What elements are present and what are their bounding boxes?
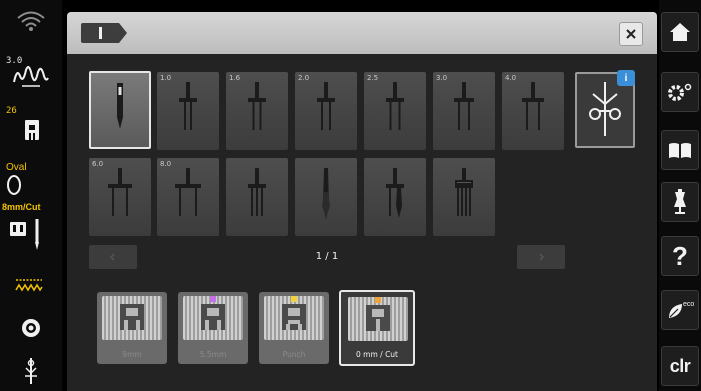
presser-foot-icon [366, 297, 390, 331]
needle-tool-button[interactable]: i [575, 70, 635, 148]
presser-foot-image [102, 296, 162, 340]
needle-option-twin-1-6[interactable]: 1.6 [226, 72, 288, 150]
presser-foot-image [348, 297, 408, 341]
gear-icon [668, 83, 692, 101]
double-wing-needle-icon [386, 168, 404, 218]
single-needle-icon [117, 83, 123, 129]
wing-needle-icon [322, 168, 330, 220]
chevron-right-icon [539, 253, 545, 261]
wifi-icon [0, 6, 62, 34]
dialog-title-bar [67, 12, 657, 54]
stitch-pattern-icon[interactable] [0, 276, 62, 296]
twin-needle-icon [317, 82, 335, 130]
needle-option-twin-1-0[interactable]: 1.0 [157, 72, 219, 150]
needle-option-quad[interactable] [433, 158, 495, 236]
book-icon [669, 143, 691, 158]
info-badge[interactable]: i [617, 70, 635, 86]
needle-option-twin-6-0[interactable]: 6.0 [89, 158, 151, 236]
function-sidebar: ? eco clr [659, 0, 701, 391]
home-icon [670, 23, 690, 41]
tutorial-button[interactable] [661, 130, 699, 170]
presser-foot-option-0mm-cut[interactable]: 0 mm / Cut [339, 290, 415, 366]
needle-threader-icon[interactable] [0, 356, 62, 388]
twin-needle-icon [386, 82, 404, 130]
triple-needle-icon [248, 168, 266, 216]
presser-foot-image [264, 296, 324, 340]
needle-option-twin-2-5[interactable]: 2.5 [364, 72, 426, 150]
twin-needle-icon [454, 82, 474, 130]
chevron-left-icon [109, 253, 115, 261]
dress-form-icon [674, 189, 686, 214]
presser-foot-option-punch[interactable]: Punch [259, 292, 329, 364]
help-icon: ? [672, 240, 688, 271]
stitch-width-icon[interactable] [0, 62, 62, 90]
needle-option-double-wing[interactable] [364, 158, 426, 236]
home-button[interactable] [661, 12, 699, 52]
bobbin-icon[interactable] [0, 314, 62, 342]
needle-option-twin-4-0[interactable]: 4.0 [502, 72, 564, 150]
setup-button[interactable] [661, 72, 699, 112]
hoop-icon[interactable] [0, 174, 62, 196]
next-page-button[interactable] [517, 245, 565, 269]
clear-button[interactable]: clr [661, 346, 699, 386]
needle-option-twin-8-0[interactable]: 8.0 [157, 158, 219, 236]
page-indicator: 1 / 1 [315, 251, 339, 262]
needle-option-twin-3-0[interactable]: 3.0 [433, 72, 495, 150]
presser-foot-icon [120, 304, 144, 330]
twin-needle-icon [248, 82, 266, 130]
twin-needle-icon [522, 82, 544, 130]
presser-foot-label: 8mm/Cut [2, 202, 41, 212]
close-icon [626, 29, 636, 39]
presser-foot-icon [201, 296, 225, 330]
needle-selection-dialog: 1.0 1.6 2.0 2.5 3.0 4.0 i 6.0 8.0 1 / 1 … [67, 12, 657, 391]
hoop-label: Oval [6, 162, 27, 173]
close-button[interactable] [619, 22, 643, 46]
help-button[interactable]: ? [661, 236, 699, 276]
twin-needle-icon [108, 168, 132, 216]
svg-text:eco: eco [683, 301, 694, 308]
presser-foot-icon [282, 296, 306, 330]
previous-page-button[interactable] [89, 245, 137, 269]
needle-option-triple[interactable] [226, 158, 288, 236]
presser-foot-image [183, 296, 243, 340]
stitch-length-value: 26 [6, 106, 17, 116]
needle-option-wing[interactable] [295, 158, 357, 236]
status-sidebar: 3.0 26 Oval 8mm/Cut [0, 0, 62, 391]
needle-tab-icon[interactable] [79, 22, 129, 44]
eco-leaf-icon: eco [669, 301, 694, 318]
presser-foot-icon[interactable] [0, 116, 62, 144]
sewing-consultant-button[interactable] [661, 182, 699, 222]
clear-label: clr [669, 355, 691, 376]
quad-needle-icon [455, 168, 473, 216]
twin-needle-icon [175, 168, 201, 216]
presser-foot-option-5-5mm[interactable]: 5.5mm [178, 292, 248, 364]
needle-option-single[interactable] [89, 71, 151, 149]
needle-option-twin-2-0[interactable]: 2.0 [295, 72, 357, 150]
eco-button[interactable]: eco [661, 290, 699, 330]
twin-needle-icon [179, 82, 197, 130]
presser-foot-option-9mm[interactable]: 9mm [97, 292, 167, 364]
needle-selection-status[interactable] [0, 216, 62, 252]
